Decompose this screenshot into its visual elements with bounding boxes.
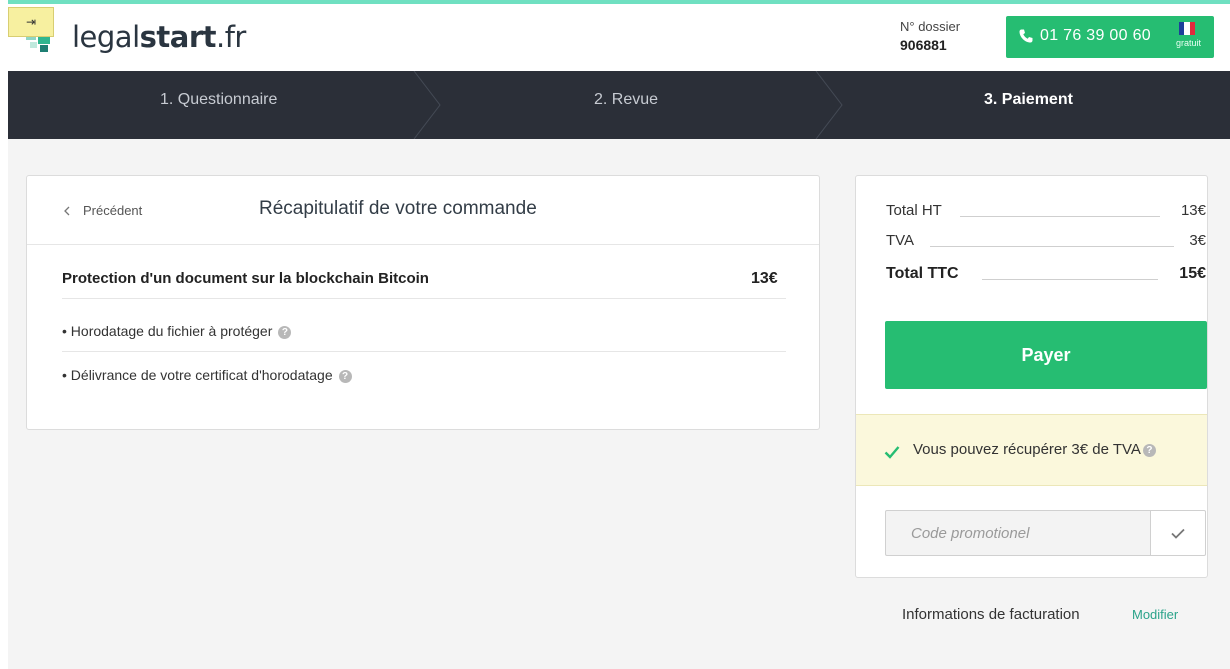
- total-ttc-row: Total TTC 15€: [886, 265, 1206, 285]
- tva-notice: Vous pouvez récupérer 3€ de TVA?: [856, 414, 1207, 486]
- divider: [62, 351, 786, 352]
- step-revue[interactable]: 2. Revue: [594, 91, 658, 109]
- billing-modify-link[interactable]: Modifier: [1132, 607, 1178, 622]
- feature-item: • Délivrance de votre certificat d'horod…: [62, 367, 352, 383]
- phone-icon: [1019, 29, 1033, 43]
- left-edge: [0, 0, 8, 669]
- feature-label: • Horodatage du fichier à protéger: [62, 323, 273, 339]
- product-name: Protection d'un document sur la blockcha…: [62, 270, 429, 287]
- step-separator: [815, 71, 843, 139]
- billing-info-label: Informations de facturation: [902, 606, 1080, 623]
- leader-line: [930, 246, 1174, 247]
- divider: [62, 298, 786, 299]
- total-ttc-label: Total TTC: [886, 265, 959, 283]
- divider: [27, 244, 819, 245]
- dossier-info: N° dossier 906881: [900, 18, 960, 54]
- feature-item: • Horodatage du fichier à protéger?: [62, 323, 292, 339]
- phone-number: 01 76 39 00 60: [1040, 27, 1151, 44]
- checkout-steps: 1. Questionnaire 2. Revue 3. Paiement: [8, 71, 1230, 139]
- back-link[interactable]: Précédent: [83, 203, 142, 218]
- leader-line: [982, 279, 1158, 280]
- leader-line: [960, 216, 1160, 217]
- total-ht-value: 13€: [1180, 202, 1206, 219]
- help-icon[interactable]: ?: [338, 370, 352, 383]
- promo-apply-button[interactable]: [1150, 510, 1206, 556]
- tva-notice-text: Vous pouvez récupérer 3€ de TVA?: [913, 441, 1156, 458]
- total-ht-label: Total HT: [886, 202, 942, 219]
- collapse-tab[interactable]: ⇥: [8, 7, 54, 37]
- tva-value: 3€: [1189, 232, 1206, 249]
- phone-button[interactable]: 01 76 39 00 60 gratuit: [1006, 16, 1214, 58]
- dossier-label: N° dossier: [900, 19, 961, 34]
- total-ht-row: Total HT 13€: [886, 202, 1206, 222]
- promo-code-input[interactable]: [885, 510, 1151, 556]
- logo-text[interactable]: legalstart.fr: [72, 20, 246, 54]
- feature-label: • Délivrance de votre certificat d'horod…: [62, 367, 333, 383]
- product-price: 13€: [751, 270, 778, 287]
- order-title: Récapitulatif de votre commande: [259, 198, 537, 219]
- flag-france-icon: [1179, 22, 1195, 35]
- dossier-number: 906881: [900, 37, 947, 53]
- total-ttc-value: 15€: [1179, 265, 1206, 282]
- help-icon[interactable]: ?: [278, 326, 292, 339]
- step-questionnaire[interactable]: 1. Questionnaire: [160, 91, 277, 109]
- phone-note: gratuit: [1176, 38, 1202, 48]
- site-header: legalstart.fr N° dossier 906881 01 76 39…: [8, 4, 1230, 71]
- pay-button[interactable]: Payer: [885, 321, 1207, 389]
- payment-card: Total HT 13€ TVA 3€ Total TTC 15€ Payer …: [855, 175, 1208, 578]
- tva-label: TVA: [886, 232, 915, 249]
- tva-row: TVA 3€: [886, 232, 1206, 252]
- help-icon[interactable]: ?: [1142, 444, 1156, 457]
- step-paiement[interactable]: 3. Paiement: [984, 91, 1073, 109]
- order-summary-card: Précédent Récapitulatif de votre command…: [26, 175, 820, 430]
- chevron-left-icon[interactable]: [63, 206, 71, 216]
- check-icon: [1171, 528, 1185, 539]
- check-icon: [884, 446, 900, 459]
- step-separator: [413, 71, 441, 139]
